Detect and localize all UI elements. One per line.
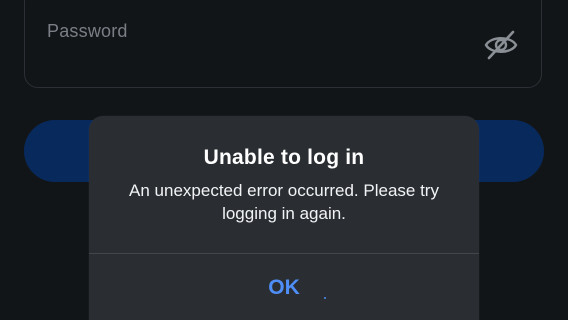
alert-body: Unable to log in An unexpected error occ… — [89, 116, 479, 253]
ok-button-label: OK — [268, 276, 300, 299]
password-field[interactable]: Password — [24, 0, 542, 88]
eye-slash-icon[interactable] — [483, 29, 519, 61]
error-alert-dialog: Unable to log in An unexpected error occ… — [89, 116, 479, 320]
alert-title: Unable to log in — [203, 146, 365, 169]
ok-button[interactable]: OK — [89, 254, 479, 320]
alert-message: An unexpected error occurred. Please try… — [129, 181, 439, 223]
login-screen: Password Unable to log in An unexpected … — [0, 0, 568, 320]
password-label: Password — [47, 21, 128, 41]
focus-dot — [324, 297, 326, 299]
